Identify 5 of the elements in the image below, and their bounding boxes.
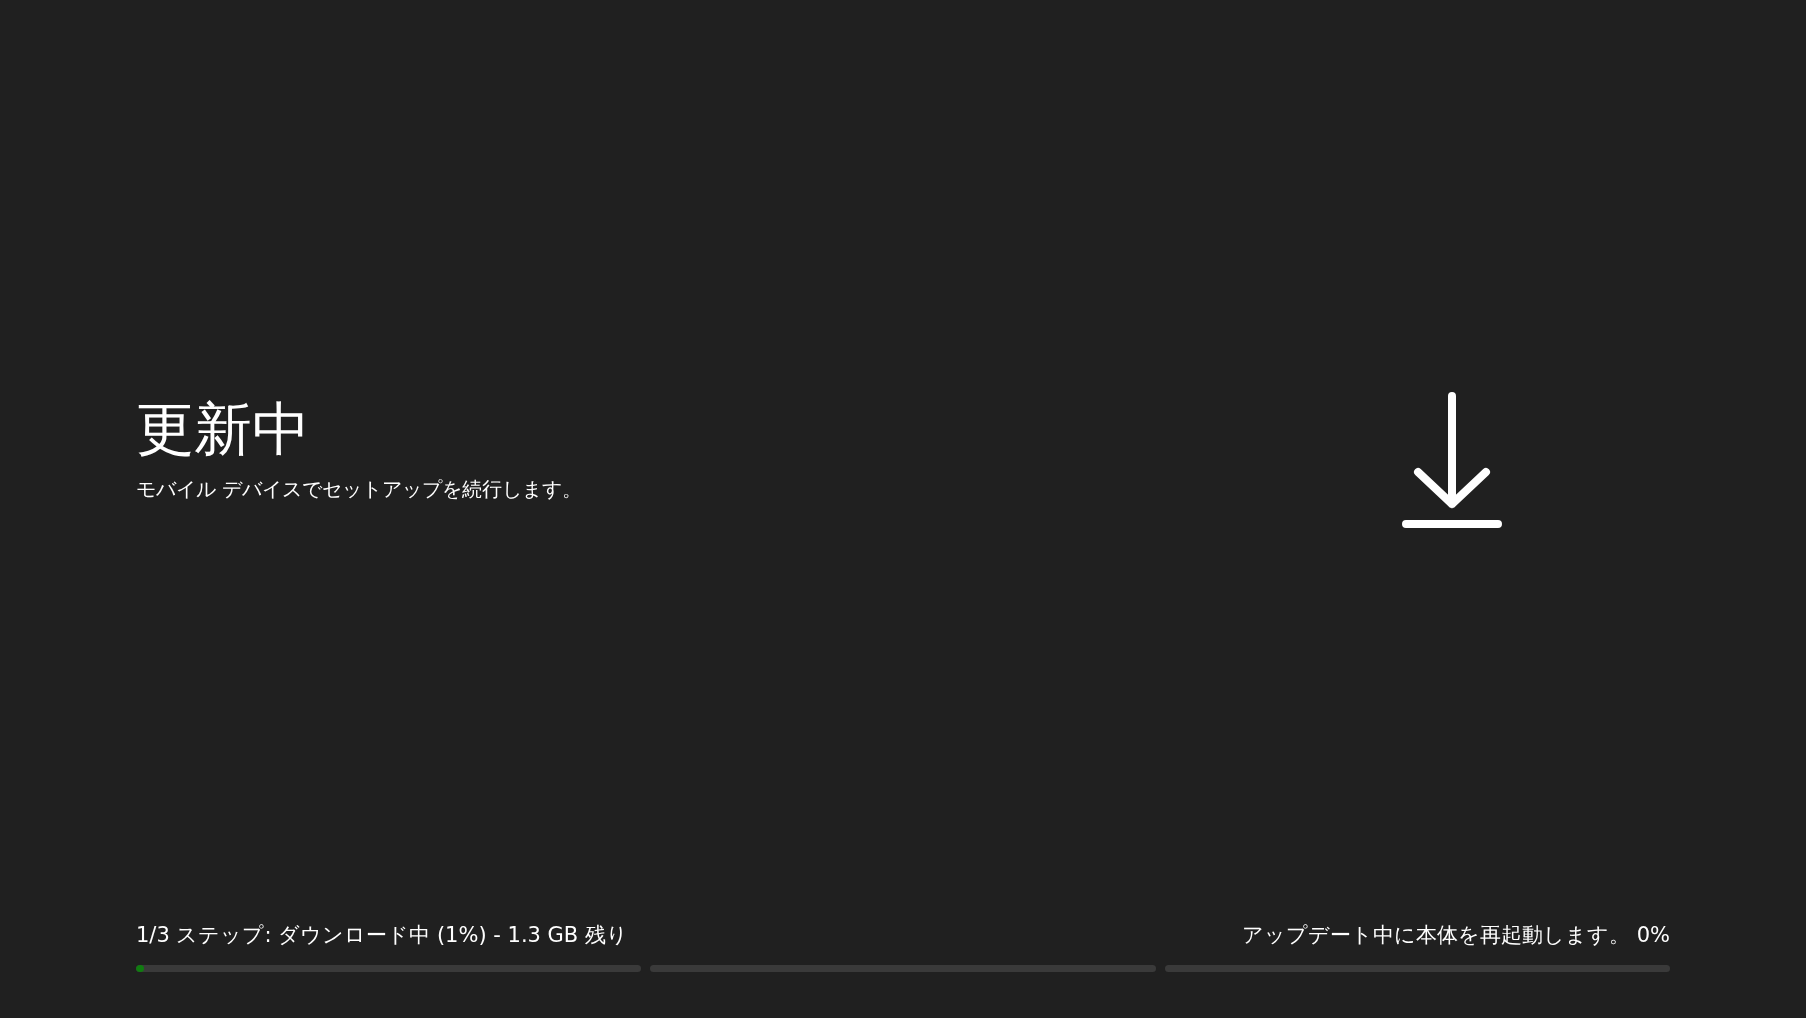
step-status: 1/3 ステップ: ダウンロード中 (1%) - 1.3 GB 残り bbox=[136, 922, 628, 949]
download-icon bbox=[1402, 391, 1502, 530]
subtitle: モバイル デバイスでセットアップを続行します。 bbox=[136, 475, 583, 503]
page-title: 更新中 bbox=[136, 398, 311, 462]
restart-notice: アップデート中に本体を再起動します。 0% bbox=[1242, 922, 1670, 949]
